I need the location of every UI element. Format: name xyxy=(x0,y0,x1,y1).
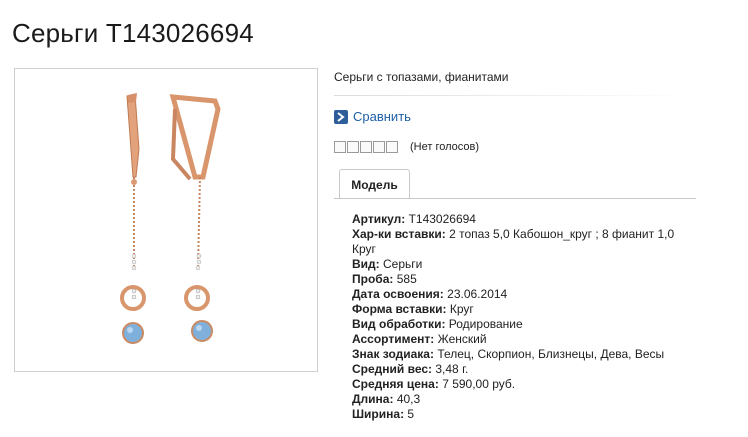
property-label: Средняя цена: xyxy=(352,377,439,391)
compare-label: Сравнить xyxy=(353,109,411,124)
property-label: Вид обработки: xyxy=(352,317,446,331)
right-earring xyxy=(169,94,221,342)
left-earring xyxy=(120,93,146,344)
property-row: Форма вставки: Круг xyxy=(352,302,682,317)
property-value: Женский xyxy=(437,332,487,346)
tab-model[interactable]: Модель xyxy=(339,169,410,199)
earrings-photo xyxy=(120,93,221,344)
rating-widget: (Нет голосов) xyxy=(334,141,479,153)
page-title: Серьги Т143026694 xyxy=(12,18,254,48)
rating-star-3[interactable] xyxy=(360,141,372,153)
property-label: Артикул: xyxy=(352,212,406,226)
property-value: Серьги xyxy=(383,257,423,271)
property-row: Дата освоения: 23.06.2014 xyxy=(352,287,682,302)
property-label: Ширина: xyxy=(352,407,405,421)
rating-star-2[interactable] xyxy=(347,141,359,153)
rating-star-4[interactable] xyxy=(373,141,385,153)
property-value: 3,48 г. xyxy=(435,362,469,376)
property-value: Т143026694 xyxy=(408,212,476,226)
property-row: Артикул: Т143026694 xyxy=(352,212,682,227)
votes-count: (Нет голосов) xyxy=(410,141,480,153)
property-value: 23.06.2014 xyxy=(447,287,508,301)
property-value: 40,3 xyxy=(396,392,421,406)
property-label: Длина: xyxy=(352,392,394,406)
property-row: Проба: 585 xyxy=(352,272,682,287)
property-value: 585 xyxy=(396,272,417,286)
property-label: Вид: xyxy=(352,257,380,271)
property-row: Средняя цена: 7 590,00 руб. xyxy=(352,377,682,392)
rating-star-1[interactable] xyxy=(334,141,346,153)
property-row: Хар-ки вставки: 2 топаз 5,0 Кабошон_круг… xyxy=(352,227,682,257)
product-description: Серьги с топазами, фианитами xyxy=(334,70,509,84)
property-value: Круг xyxy=(449,302,474,316)
property-row: Знак зодиака: Телец, Скорпион, Близнецы,… xyxy=(352,347,682,362)
tab-underline xyxy=(334,198,696,199)
property-label: Проба: xyxy=(352,272,394,286)
property-label: Ассортимент: xyxy=(352,332,435,346)
property-value: Телец, Скорпион, Близнецы, Дева, Весы xyxy=(437,347,665,361)
property-label: Форма вставки: xyxy=(352,302,447,316)
property-value: Родирование xyxy=(448,317,523,331)
properties-list: Артикул: Т143026694 Хар-ки вставки: 2 то… xyxy=(352,212,682,422)
arrow-right-icon xyxy=(334,109,348,124)
property-row: Ассортимент: Женский xyxy=(352,332,682,347)
property-value: 7 590,00 руб. xyxy=(442,377,516,391)
property-label: Хар-ки вставки: xyxy=(352,227,446,241)
compare-link[interactable]: Сравнить xyxy=(334,109,411,124)
property-row: Средний вес: 3,48 г. xyxy=(352,362,682,377)
product-info: Серьги с топазами, фианитами Сравнить (Н… xyxy=(334,68,696,421)
property-label: Дата освоения: xyxy=(352,287,444,301)
property-row: Вид: Серьги xyxy=(352,257,682,272)
rating-star-5[interactable] xyxy=(386,141,398,153)
property-row: Ширина: 5 xyxy=(352,407,682,422)
property-label: Средний вес: xyxy=(352,362,433,376)
property-value: 5 xyxy=(407,407,415,421)
divider xyxy=(334,95,696,96)
property-row: Длина: 40,3 xyxy=(352,392,682,407)
product-image[interactable] xyxy=(14,68,318,372)
property-row: Вид обработки: Родирование xyxy=(352,317,682,332)
property-label: Знак зодиака: xyxy=(352,347,434,361)
